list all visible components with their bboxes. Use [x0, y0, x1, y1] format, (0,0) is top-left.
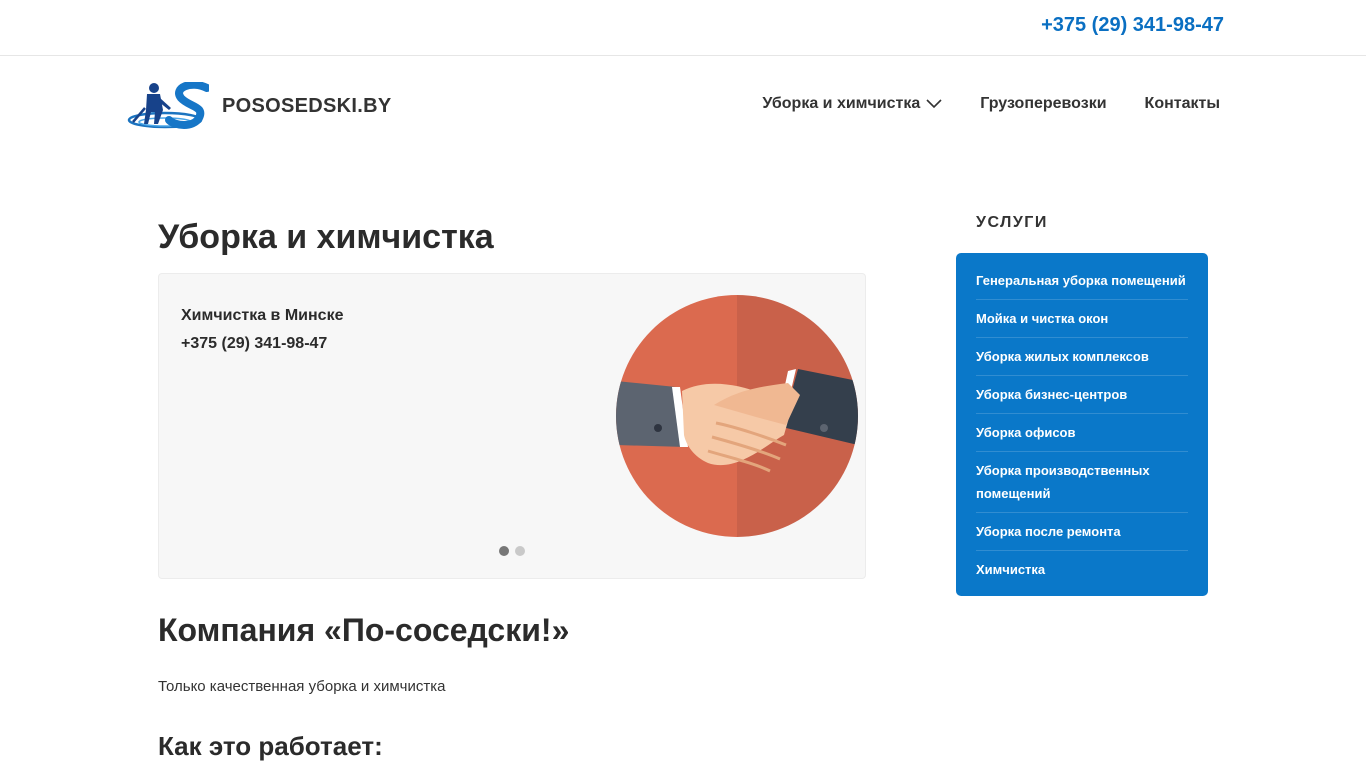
service-item-residential[interactable]: Уборка жилых комплексов: [976, 338, 1188, 376]
nav-item-contacts[interactable]: Контакты: [1145, 95, 1220, 113]
main-content: Уборка и химчистка Химчистка в Минске +3…: [158, 200, 866, 762]
service-item-offices[interactable]: Уборка офисов: [976, 414, 1188, 452]
slide-phone: +375 (29) 341-98-47: [181, 335, 328, 352]
service-item-industrial[interactable]: Уборка производственных помещений: [976, 452, 1188, 513]
top-phone-link[interactable]: +375 (29) 341-98-47: [1041, 14, 1224, 37]
slide-title: Химчистка в Минске: [181, 307, 344, 324]
services-menu: Генеральная уборка помещений Мойка и чис…: [956, 253, 1208, 596]
service-item-dry-cleaning[interactable]: Химчистка: [976, 551, 1188, 588]
page-title: Уборка и химчистка: [158, 218, 494, 256]
slider-dots: [499, 546, 531, 556]
company-title: Компания «По-соседски!»: [158, 612, 570, 648]
top-bar: +375 (29) 341-98-47: [0, 0, 1366, 56]
handshake-image: [616, 295, 858, 537]
site-header: POSOSEDSKI.BY Уборка и химчистка Грузопе…: [0, 56, 1366, 156]
main-nav: Уборка и химчистка Грузоперевозки Контак…: [762, 95, 1220, 113]
service-item-window-cleaning[interactable]: Мойка и чистка окон: [976, 300, 1188, 338]
logo-link[interactable]: POSOSEDSKI.BY: [127, 82, 392, 130]
sidebar-heading: УСЛУГИ: [976, 214, 1048, 231]
nav-item-cleaning[interactable]: Уборка и химчистка: [762, 95, 942, 113]
nav-item-label: Уборка и химчистка: [762, 95, 921, 112]
slider-dot-2[interactable]: [515, 546, 525, 556]
service-item-after-repair[interactable]: Уборка после ремонта: [976, 513, 1188, 551]
logo-icon: [127, 82, 209, 129]
slider: Химчистка в Минске +375 (29) 341-98-47: [158, 273, 866, 579]
service-item-general-cleaning[interactable]: Генеральная уборка помещений: [976, 262, 1188, 300]
slider-dot-1[interactable]: [499, 546, 509, 556]
intro-text: Только качественная уборка и химчистка: [158, 678, 446, 696]
nav-item-transport[interactable]: Грузоперевозки: [980, 95, 1106, 113]
chevron-down-icon: [926, 99, 942, 109]
how-it-works-title: Как это работает:: [158, 731, 383, 762]
sidebar: УСЛУГИ Генеральная уборка помещений Мойк…: [956, 214, 1208, 596]
service-item-business-centers[interactable]: Уборка бизнес-центров: [976, 376, 1188, 414]
logo-text: POSOSEDSKI.BY: [222, 94, 392, 117]
